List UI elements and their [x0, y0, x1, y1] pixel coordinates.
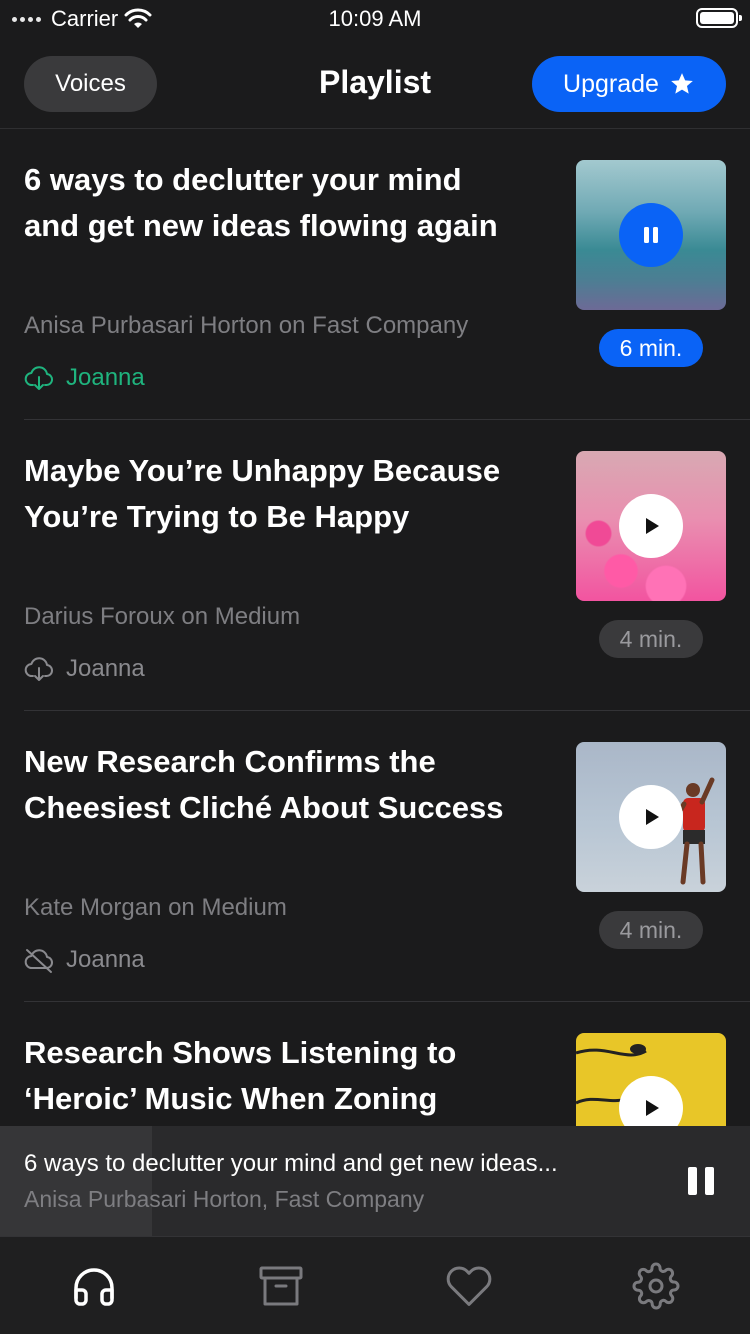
voice-name: Joanna	[66, 364, 145, 391]
voice-label: Joanna	[24, 363, 145, 393]
archive-icon	[259, 1266, 303, 1305]
article-title: 6 ways to declutter your mind and get ne…	[24, 162, 498, 243]
voice-name: Joanna	[66, 655, 145, 682]
download-cloud-icon	[24, 366, 53, 390]
heart-icon	[446, 1265, 492, 1306]
list-item[interactable]: Maybe You’re Unhappy Because You’re Tryi…	[24, 420, 750, 711]
list-item[interactable]: 6 ways to declutter your mind and get ne…	[24, 129, 750, 420]
voice-label: Joanna	[24, 945, 145, 975]
list-item[interactable]: New Research Confirms the Cheesiest Clic…	[24, 711, 750, 1002]
mini-pause-icon[interactable]	[686, 1166, 716, 1196]
article-title: New Research Confirms the Cheesiest Clic…	[24, 744, 504, 825]
headphones-icon	[74, 1267, 114, 1306]
play-icon	[646, 518, 659, 534]
nav-header: Voices Playlist Upgrade	[0, 40, 750, 129]
status-bar: Carrier 10:09 AM	[0, 0, 750, 40]
download-cloud-icon	[24, 657, 53, 681]
article-thumbnail	[576, 160, 726, 310]
battery-icon	[696, 8, 742, 28]
star-icon	[671, 73, 693, 94]
article-title: Maybe You’re Unhappy Because You’re Tryi…	[24, 453, 501, 534]
play-icon	[646, 809, 659, 825]
now-playing-title: 6 ways to declutter your mind and get ne…	[24, 1150, 558, 1177]
play-button[interactable]	[619, 785, 683, 849]
article-title: Research Shows Listening to ‘Heroic’ Mus…	[24, 1035, 457, 1116]
tab-archive[interactable]	[188, 1237, 376, 1334]
tab-favorites[interactable]	[375, 1237, 563, 1334]
playlist: 6 ways to declutter your mind and get ne…	[0, 129, 750, 1293]
tab-settings[interactable]	[563, 1237, 750, 1334]
duration-badge: 4 min.	[599, 620, 703, 658]
play-icon	[646, 1100, 659, 1116]
pause-icon	[644, 227, 658, 243]
voice-label: Joanna	[24, 654, 145, 684]
tab-playlist[interactable]	[0, 1237, 188, 1334]
tab-bar	[0, 1237, 750, 1334]
play-button[interactable]	[619, 494, 683, 558]
now-playing-subtitle: Anisa Purbasari Horton, Fast Company	[24, 1186, 425, 1212]
duration-badge: 4 min.	[599, 911, 703, 949]
duration-badge: 6 min.	[599, 329, 703, 367]
upgrade-label: Upgrade	[563, 69, 659, 98]
voice-name: Joanna	[66, 946, 145, 973]
status-time: 10:09 AM	[328, 6, 422, 31]
pause-button[interactable]	[619, 203, 683, 267]
gear-icon	[632, 1262, 680, 1309]
article-thumbnail	[576, 742, 726, 892]
upgrade-button[interactable]: Upgrade	[532, 56, 726, 112]
article-thumbnail	[576, 451, 726, 601]
cloud-off-icon	[24, 949, 53, 973]
article-source: Darius Foroux on Medium	[24, 603, 301, 630]
mini-player[interactable]: 6 ways to declutter your mind and get ne…	[0, 1126, 750, 1237]
article-source: Anisa Purbasari Horton on Fast Company	[24, 312, 469, 339]
article-source: Kate Morgan on Medium	[24, 894, 287, 921]
playback-progress	[0, 1126, 152, 1236]
